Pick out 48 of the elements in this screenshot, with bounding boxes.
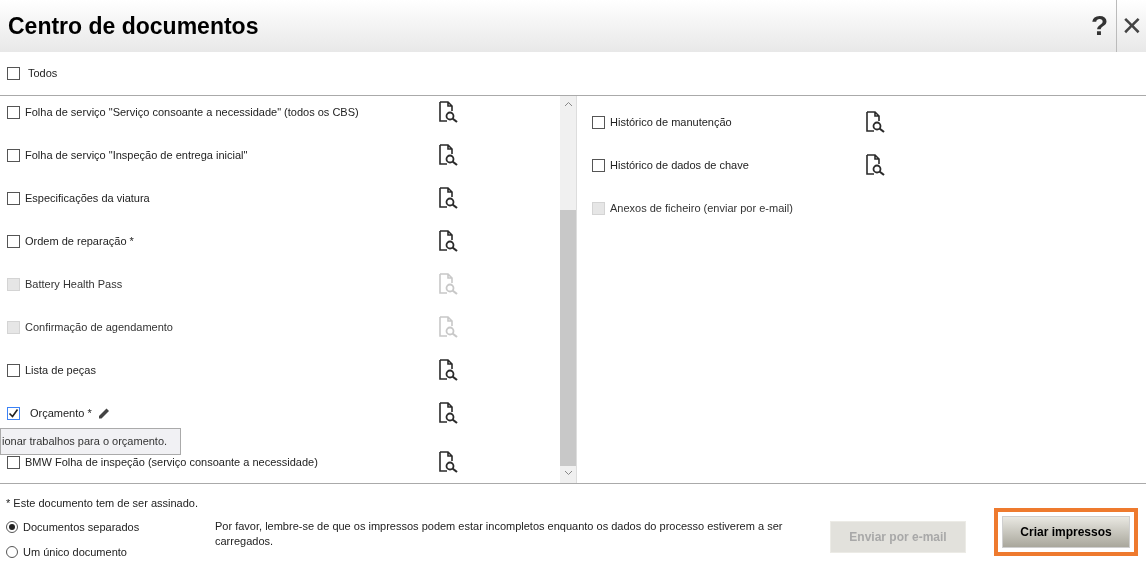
checkbox[interactable] [7, 148, 20, 162]
document-label: BMW Folha de inspeção (serviço consoante a necessidade) [25, 454, 318, 470]
select-all-label: Todos [28, 66, 58, 82]
checkbox[interactable] [592, 115, 605, 129]
notice-text: Por favor, lembre-se de que os impressos podem estar incompletos enquanto os dados do processo estiverem a ser carregados. [215, 518, 784, 549]
checkbox[interactable] [7, 105, 20, 119]
document-label: Especificações da viatura [25, 190, 150, 206]
document-search-icon[interactable] [437, 187, 459, 209]
tooltip: ionar trabalhos para o orçamento. [0, 428, 181, 455]
radio-button[interactable] [6, 520, 18, 533]
checkbox[interactable] [7, 406, 20, 420]
document-label: Histórico de dados de chave [610, 157, 749, 173]
radio-label: Documentos separados [23, 519, 140, 535]
scroll-down-icon[interactable] [563, 470, 573, 476]
radio-label: Um único documento [23, 545, 127, 560]
document-label: Orçamento * [30, 405, 92, 421]
document-label: Folha de serviço "Serviço consoante a necessidade" (todos os CBS) [25, 104, 359, 120]
document-search-icon[interactable] [437, 402, 459, 424]
document-search-icon[interactable] [437, 230, 459, 252]
document-search-icon[interactable] [437, 451, 459, 473]
action-button[interactable]: Criar impressos [1002, 515, 1130, 548]
document-label: Histórico de manutenção [610, 114, 732, 130]
document-search-icon[interactable] [864, 154, 886, 176]
document-search-icon[interactable] [437, 101, 459, 123]
close-button[interactable]: ✕ [1117, 0, 1146, 52]
checkbox[interactable] [7, 67, 20, 80]
document-label: Confirmação de agendamento [25, 319, 173, 335]
document-label: Battery Health Pass [25, 276, 123, 292]
radio-button[interactable] [6, 546, 18, 559]
document-search-icon[interactable] [437, 359, 459, 381]
help-button[interactable]: ? [1082, 0, 1116, 52]
scroll-up-icon[interactable] [563, 101, 573, 107]
document-search-icon[interactable] [437, 144, 459, 166]
pencil-icon[interactable] [96, 406, 111, 420]
checkbox[interactable] [7, 234, 20, 248]
document-label: Anexos de ficheiro (enviar por e-mail) [610, 200, 793, 216]
document-label: Folha de serviço "Inspeção de entrega inicial" [25, 147, 248, 163]
window-title: Centro de documentos [8, 11, 260, 41]
checkbox[interactable] [7, 455, 20, 469]
scrollbar[interactable] [560, 96, 576, 483]
document-search-icon[interactable] [864, 111, 886, 133]
footnote: * Este documento tem de ser assinado. [6, 496, 198, 511]
scrollbar-thumb[interactable] [560, 210, 576, 466]
document-label: Ordem de reparação * [25, 233, 134, 249]
document-label: Lista de peças [25, 362, 96, 378]
checkbox[interactable] [592, 158, 605, 172]
checkbox[interactable] [7, 363, 20, 377]
checkbox[interactable] [7, 191, 20, 205]
